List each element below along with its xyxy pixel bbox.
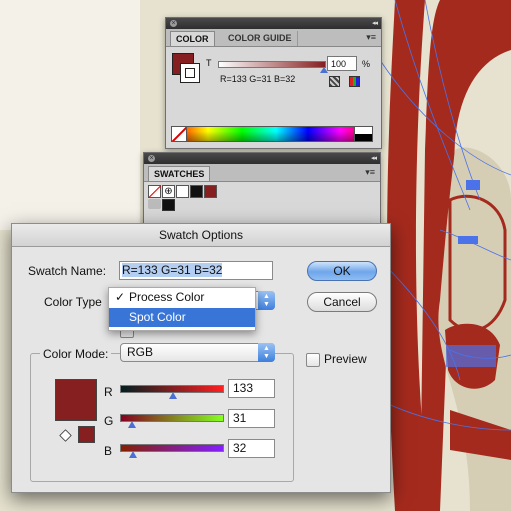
- color-mode-label: Color Mode:: [40, 347, 112, 361]
- preview-label: Preview: [324, 352, 367, 366]
- swatch-name-input[interactable]: R=133 G=31 B=32: [119, 261, 273, 280]
- r-channel-label: R: [104, 385, 113, 399]
- panel-menu-icon[interactable]: ▾≡: [365, 167, 375, 178]
- g-slider-thumb[interactable]: [128, 421, 137, 428]
- swatches-panel: × ◂◂ SWATCHES ▾≡ ⊕: [143, 152, 381, 229]
- tint-unit: %: [362, 59, 371, 69]
- swatch-options-dialog: Swatch Options Swatch Name: R=133 G=31 B…: [11, 223, 391, 493]
- option-process-color[interactable]: ✓ Process Color: [109, 288, 255, 307]
- checkmark-icon: ✓: [115, 290, 126, 304]
- ok-button[interactable]: OK: [307, 261, 377, 281]
- swatch-name-value: R=133 G=31 B=32: [122, 263, 223, 277]
- b-slider-thumb[interactable]: [129, 451, 138, 458]
- option-spot-color[interactable]: Spot Color: [109, 308, 255, 327]
- color-panel-titlebar[interactable]: × ◂◂: [166, 18, 381, 29]
- tint-label: T: [206, 58, 212, 68]
- select-arrows-icon: ▲ ▼: [258, 291, 275, 310]
- tab-color[interactable]: COLOR: [170, 31, 215, 46]
- g-channel-label: G: [104, 414, 114, 428]
- swatch-row: ⊕: [148, 185, 218, 198]
- tab-color-guide[interactable]: COLOR GUIDE: [223, 31, 298, 46]
- r-slider-thumb[interactable]: [169, 392, 178, 399]
- swatch-library-icon[interactable]: [148, 199, 161, 209]
- swatch-white[interactable]: [176, 185, 189, 198]
- swatch-none[interactable]: [148, 185, 161, 198]
- b-value-input[interactable]: 32: [228, 439, 275, 458]
- g-value-input[interactable]: 31: [228, 409, 275, 428]
- select-arrows-icon: ▲ ▼: [258, 343, 275, 362]
- web-safe-swatch[interactable]: [78, 426, 95, 443]
- swatch-selected[interactable]: [162, 199, 175, 211]
- color-preview-swatch: [55, 379, 97, 421]
- swatch-black[interactable]: [190, 185, 203, 198]
- color-mode-value: RGB: [127, 345, 154, 359]
- panel-menu-icon[interactable]: ▾≡: [366, 32, 376, 43]
- web-safe-color-icon[interactable]: [349, 76, 360, 87]
- b-channel-label: B: [104, 444, 113, 458]
- out-of-web-warning-icon[interactable]: [329, 76, 340, 87]
- swatches-panel-titlebar[interactable]: × ◂◂: [144, 153, 380, 164]
- collapse-icon[interactable]: ◂◂: [371, 154, 377, 162]
- collapse-icon[interactable]: ◂◂: [372, 19, 378, 27]
- black-white-icon[interactable]: [354, 126, 373, 142]
- stroke-color-box[interactable]: [180, 63, 200, 83]
- color-spectrum-bar[interactable]: [171, 126, 373, 142]
- color-panel-tabs: COLOR COLOR GUIDE ▾≡: [166, 29, 381, 47]
- tint-input[interactable]: 100: [327, 56, 357, 71]
- swatch-custom-red[interactable]: [204, 185, 217, 198]
- color-type-label: Color Type: [44, 295, 102, 309]
- close-icon[interactable]: ×: [170, 20, 177, 27]
- tab-swatches[interactable]: SWATCHES: [148, 166, 211, 181]
- color-mode-select[interactable]: RGB ▲ ▼: [120, 343, 275, 362]
- close-icon[interactable]: ×: [148, 155, 155, 162]
- r-value-input[interactable]: 133: [228, 379, 275, 398]
- color-panel: × ◂◂ COLOR COLOR GUIDE ▾≡ T 100 % R=133 …: [165, 17, 382, 149]
- color-type-dropdown: ✓ Process Color Spot Color: [108, 287, 256, 331]
- swatch-name-label: Swatch Name:: [28, 264, 107, 278]
- dialog-title: Swatch Options: [12, 224, 390, 247]
- cancel-button[interactable]: Cancel: [307, 292, 377, 312]
- swatches-panel-tabs: SWATCHES ▾≡: [144, 164, 380, 182]
- preview-checkbox[interactable]: [306, 353, 320, 367]
- none-color-icon[interactable]: [171, 126, 187, 142]
- swatch-registration[interactable]: ⊕: [162, 185, 175, 198]
- tint-slider[interactable]: [218, 61, 326, 68]
- rgb-readout: R=133 G=31 B=32: [220, 74, 296, 84]
